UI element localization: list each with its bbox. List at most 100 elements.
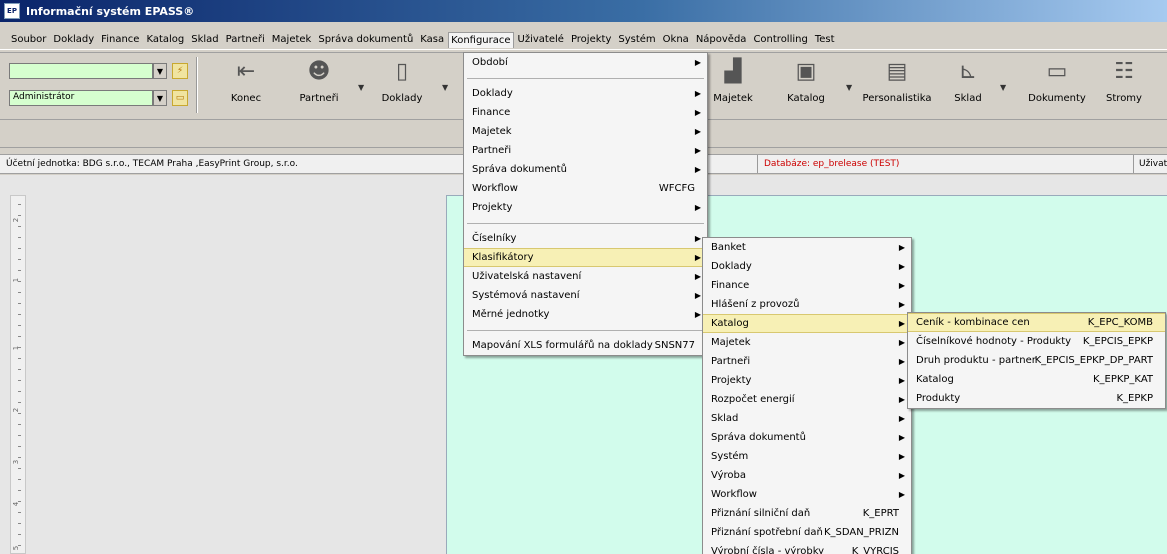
menu-item-workflow[interactable]: Workflow ▶ <box>703 485 911 504</box>
menu-item-katalog[interactable]: Katalog ▶ <box>703 314 911 333</box>
menu-sprava-dokumentu[interactable]: Správa dokumentů <box>315 32 416 47</box>
context-combo[interactable] <box>9 63 153 79</box>
tree-icon: ☷ <box>1114 59 1134 84</box>
menu-test[interactable]: Test <box>812 32 838 47</box>
menu-item-druh-produktu-partner[interactable]: Druh produktu - partner K_EPCIS_EPKP_DP_P… <box>908 351 1165 370</box>
menu-item-finance[interactable]: Finance ▶ <box>703 276 911 295</box>
menu-uzivatele[interactable]: Uživatelé <box>515 32 567 47</box>
user-combo[interactable]: Administrátor <box>9 90 153 106</box>
submenu-arrow-icon: ▶ <box>694 165 701 174</box>
menu-item-system[interactable]: Systém ▶ <box>703 447 911 466</box>
menu-item-hlaseni-z-provozu[interactable]: Hlášení z provozů ▶ <box>703 295 911 314</box>
menu-item-label: Správa dokumentů <box>472 164 567 175</box>
tool-label: Sklad <box>954 93 982 104</box>
tool-konec-button[interactable]: ⇤ Konec <box>210 57 282 104</box>
menu-system[interactable]: Systém <box>615 32 658 47</box>
menu-item-doklady[interactable]: Doklady ▶ <box>464 84 707 103</box>
menu-item-rozpocet-energii[interactable]: Rozpočet energií ▶ <box>703 390 911 409</box>
submenu-arrow-icon: ▶ <box>694 291 701 300</box>
menu-konfigurace[interactable]: Konfigurace <box>448 31 514 48</box>
menu-item-mapovani-xls-formularu-na-doklady[interactable]: Mapování XLS formulářů na doklady SNSN77 <box>464 336 707 355</box>
ruler-mark <box>18 468 21 469</box>
menu-partneri[interactable]: Partneři <box>223 32 268 47</box>
menu-item-finance[interactable]: Finance ▶ <box>464 103 707 122</box>
menu-item-label: Období <box>472 57 508 68</box>
menu-item-label: Projekty <box>711 375 752 386</box>
menu-okna[interactable]: Okna <box>660 32 692 47</box>
menu-item-cenik-kombinace-cen[interactable]: Ceník - kombinace cen K_EPC_KOMB <box>908 313 1165 332</box>
menu-kasa[interactable]: Kasa <box>417 32 447 47</box>
ruler-mark <box>18 512 21 513</box>
submenu-arrow-icon: ▶ <box>898 281 905 290</box>
ruler-tick-label: 4 <box>12 501 21 507</box>
menu-item-shortcut: WFCFG <box>658 183 695 194</box>
menu-finance[interactable]: Finance <box>98 32 142 47</box>
ruler-mark <box>18 248 21 249</box>
menu-item-doklady[interactable]: Doklady ▶ <box>703 257 911 276</box>
ruler-mark <box>18 413 21 414</box>
menu-doklady[interactable]: Doklady <box>50 32 97 47</box>
submenu-arrow-icon: ▶ <box>898 452 905 461</box>
submenu-arrow-icon: ▶ <box>694 272 701 281</box>
menu-majetek[interactable]: Majetek <box>269 32 315 47</box>
tool-doklady-button[interactable]: ▯ Doklady <box>366 57 438 104</box>
user-label: Uživat <box>1139 159 1167 169</box>
tool-katalog-button[interactable]: ▣ Katalog <box>770 57 842 104</box>
klasifikatory-submenu: Banket ▶ Doklady ▶ Finance ▶ Hlášení z provozů… <box>702 237 912 554</box>
chevron-down-icon[interactable]: ▼ <box>358 83 364 92</box>
menu-item-produkty[interactable]: Produkty K_EPKP <box>908 389 1165 408</box>
ruler-mark <box>18 215 21 216</box>
menu-projekty[interactable]: Projekty <box>568 32 614 47</box>
menu-item-banket[interactable]: Banket ▶ <box>703 238 911 257</box>
ruler-tick-label: 2 <box>12 407 21 413</box>
submenu-arrow-icon: ▶ <box>898 395 905 404</box>
submenu-arrow-icon: ▶ <box>694 310 701 319</box>
menu-katalog[interactable]: Katalog <box>143 32 187 47</box>
menu-item-ciselniky[interactable]: Číselníky ▶ <box>464 229 707 248</box>
folder-icon[interactable]: ▭ <box>172 90 188 106</box>
menu-controlling[interactable]: Controlling <box>750 32 810 47</box>
menu-item-projekty[interactable]: Projekty ▶ <box>464 198 707 217</box>
menu-item-majetek[interactable]: Majetek ▶ <box>703 333 911 352</box>
menu-soubor[interactable]: Soubor <box>8 32 49 47</box>
menu-item-merne-jednotky[interactable]: Měrné jednotky ▶ <box>464 305 707 324</box>
menu-item-katalog[interactable]: Katalog K_EPKP_KAT <box>908 370 1165 389</box>
menu-item-projekty[interactable]: Projekty ▶ <box>703 371 911 390</box>
menu-item-partneri[interactable]: Partneři ▶ <box>703 352 911 371</box>
ruler-mark <box>18 457 21 458</box>
vertical-ruler: 2112345 <box>10 195 26 554</box>
chevron-down-icon[interactable]: ▼ <box>153 63 167 79</box>
menu-napoveda[interactable]: Nápověda <box>693 32 750 47</box>
tool-sklad-button[interactable]: ⊾ Sklad <box>932 57 1004 104</box>
submenu-arrow-icon: ▶ <box>898 319 905 328</box>
menu-item-workflow[interactable]: Workflow WFCFG <box>464 179 707 198</box>
menu-item-sprava-dokumentu[interactable]: Správa dokumentů ▶ <box>464 160 707 179</box>
menu-item-sprava-dokumentu[interactable]: Správa dokumentů ▶ <box>703 428 911 447</box>
menu-item-majetek[interactable]: Majetek ▶ <box>464 122 707 141</box>
tool-personalistika-button[interactable]: ▤ Personalistika <box>852 57 942 104</box>
menu-item-priznani-spotrebni-dan[interactable]: Přiznání spotřební daň K_SDAN_PRIZN <box>703 523 911 542</box>
chevron-down-icon[interactable]: ▼ <box>153 90 167 106</box>
menu-item-systemova-nastaveni[interactable]: Systémová nastavení ▶ <box>464 286 707 305</box>
menu-item-partneri[interactable]: Partneři ▶ <box>464 141 707 160</box>
menu-item-klasifikatory[interactable]: Klasifikátory ▶ <box>464 248 707 267</box>
menu-item-uzivatelska-nastaveni[interactable]: Uživatelská nastavení ▶ <box>464 267 707 286</box>
menu-sklad[interactable]: Sklad <box>188 32 221 47</box>
menu-item-vyroba[interactable]: Výroba ▶ <box>703 466 911 485</box>
menu-item-vyrobni-cisla-vyrobky[interactable]: Výrobní čísla - výrobky K_VYRCIS <box>703 542 911 554</box>
tool-partneri-button[interactable]: ☻ Partneři <box>283 57 355 104</box>
tool-dokumenty-button[interactable]: ▭ Dokumenty <box>1021 57 1093 104</box>
menu-item-label: Měrné jednotky <box>472 309 550 320</box>
lightning-icon[interactable]: ⚡ <box>172 63 188 79</box>
tool-stromy-button[interactable]: ☷ Stromy <box>1088 57 1160 104</box>
submenu-arrow-icon: ▶ <box>898 243 905 252</box>
chevron-down-icon[interactable]: ▼ <box>442 83 448 92</box>
ruler-tick-label: 3 <box>12 459 21 465</box>
menu-item-ciselnikove-hodnoty-produkty[interactable]: Číselníkové hodnoty - Produkty K_EPCIS_EP… <box>908 332 1165 351</box>
menu-item-obdobi[interactable]: Období ▶ <box>464 53 707 72</box>
chevron-down-icon[interactable]: ▼ <box>1000 83 1006 92</box>
app-logo-icon: EP <box>4 3 20 19</box>
tool-label: Stromy <box>1106 93 1142 104</box>
menu-item-priznani-silnicni-dan[interactable]: Přiznání silniční daň K_EPRT <box>703 504 911 523</box>
menu-item-sklad[interactable]: Sklad ▶ <box>703 409 911 428</box>
